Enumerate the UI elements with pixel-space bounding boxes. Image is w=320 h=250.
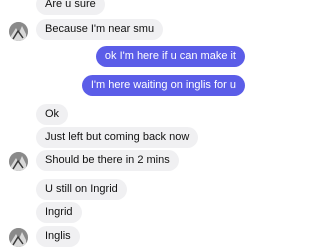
outgoing-message[interactable]: I'm here waiting on inglis for u — [81, 75, 245, 96]
outgoing-message[interactable]: ok I'm here if u can make it — [95, 46, 245, 67]
incoming-message[interactable]: Should be there in 2 mins — [36, 150, 179, 171]
contact-avatar[interactable] — [9, 228, 28, 247]
incoming-message[interactable]: Are u sure — [36, 0, 105, 15]
user-avatar-icon — [9, 152, 28, 171]
incoming-message[interactable]: U still on Ingrid — [36, 179, 127, 200]
contact-avatar[interactable] — [9, 22, 28, 41]
user-avatar-icon — [9, 22, 28, 41]
incoming-message[interactable]: Ok — [36, 104, 69, 125]
contact-avatar[interactable] — [9, 152, 28, 171]
incoming-message[interactable]: Because I'm near smu — [36, 19, 164, 40]
user-avatar-icon — [9, 228, 28, 247]
incoming-message[interactable]: Ingrid — [36, 202, 82, 223]
incoming-message[interactable]: Just left but coming back now — [36, 127, 199, 148]
incoming-message[interactable]: Inglis — [36, 226, 80, 247]
